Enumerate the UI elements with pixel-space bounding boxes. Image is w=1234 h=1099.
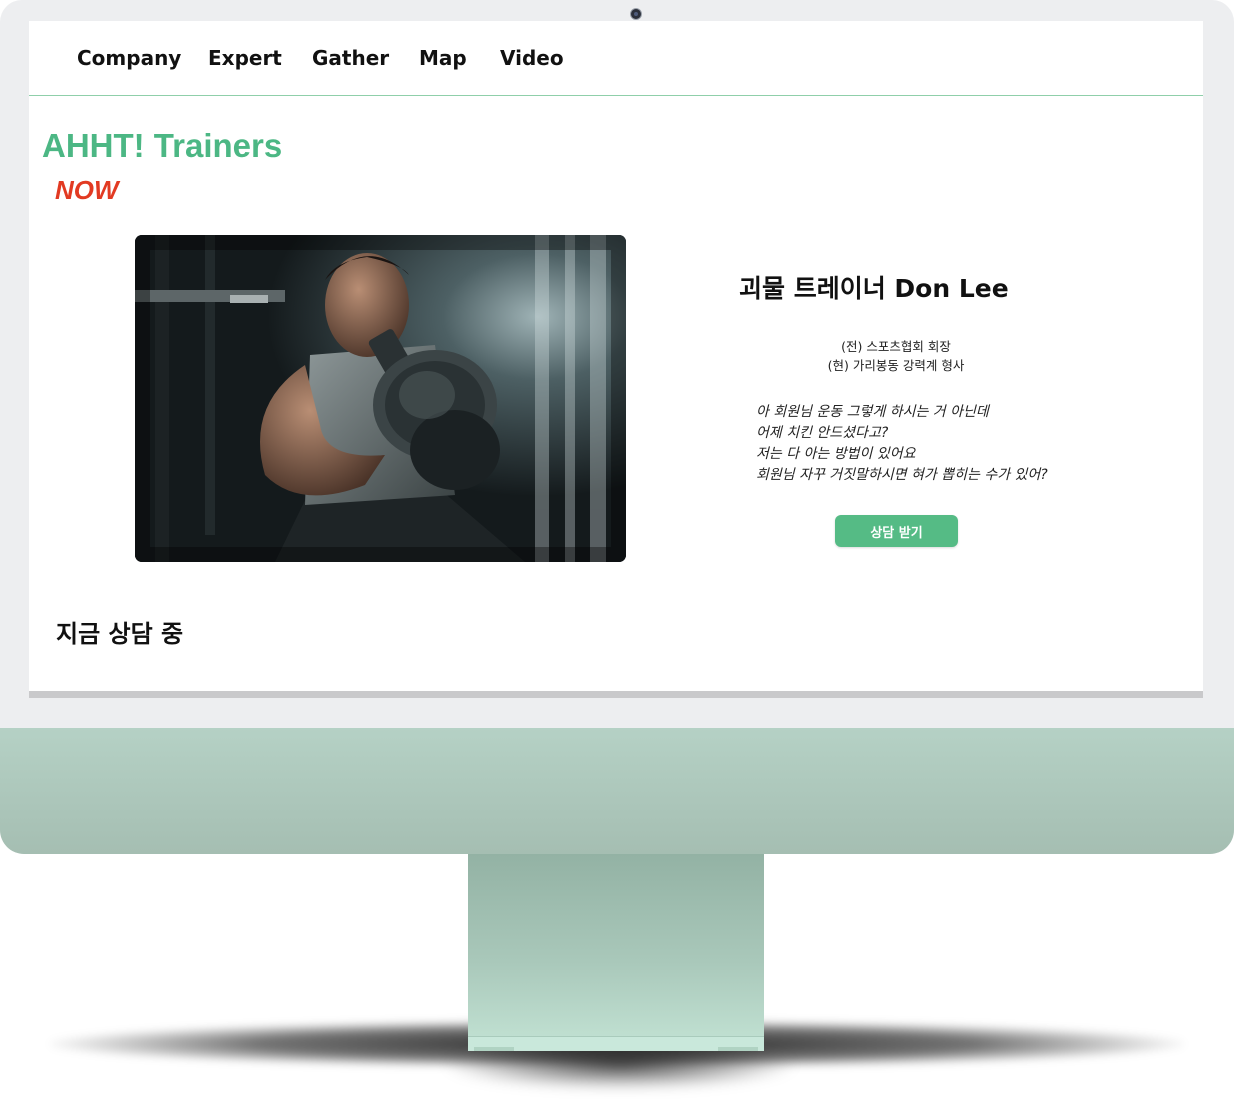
trainer-name: 괴물 트레이너 Don Lee: [739, 274, 1009, 303]
brand-subtitle: NOW: [55, 175, 119, 205]
quote-line: 어제 치킨 안드셨다고?: [756, 425, 889, 441]
quote-line: 저는 다 아는 방법이 있어요: [756, 446, 916, 462]
screen-scrollbar: [29, 691, 1203, 698]
quote-line: 회원님 자꾸 거짓말하시면 혀가 뽑히는 수가 있어?: [756, 467, 1048, 483]
trainer-career: (전) 스포츠협회 회장 (현) 가리봉동 강력계 형사: [789, 337, 1003, 375]
monitor-stand-foot: [468, 1036, 764, 1051]
monitor-bezel: Company Expert Gather Map Video AHHT! Tr…: [0, 0, 1234, 730]
nav-item-video[interactable]: Video: [500, 46, 564, 70]
nav-item-gather[interactable]: Gather: [312, 46, 389, 70]
quote-line: 아 회원님 운동 그렇게 하시는 거 아닌데: [756, 404, 989, 420]
nav-item-map[interactable]: Map: [419, 46, 467, 70]
monitor-chin: [0, 728, 1234, 854]
screen: Company Expert Gather Map Video AHHT! Tr…: [29, 21, 1203, 698]
brand-title: AHHT! Trainers: [42, 127, 283, 164]
trainer-quote: 아 회원님 운동 그렇게 하시는 거 아닌데 어제 치킨 안드셨다고? 저는 다…: [756, 402, 1156, 486]
top-nav: Company Expert Gather Map Video: [29, 21, 1203, 96]
nav-item-company[interactable]: Company: [77, 46, 181, 70]
career-line: (현) 가리봉동 강력계 형사: [827, 358, 965, 373]
consult-button[interactable]: 상담 받기: [835, 515, 958, 547]
camera-icon: [630, 8, 642, 20]
nav-item-expert[interactable]: Expert: [208, 46, 282, 70]
career-line: (전) 스포츠협회 회장: [841, 339, 951, 354]
section-title: 지금 상담 중: [56, 620, 184, 648]
trainer-photo: [135, 235, 626, 562]
monitor-stand: [468, 854, 764, 1050]
